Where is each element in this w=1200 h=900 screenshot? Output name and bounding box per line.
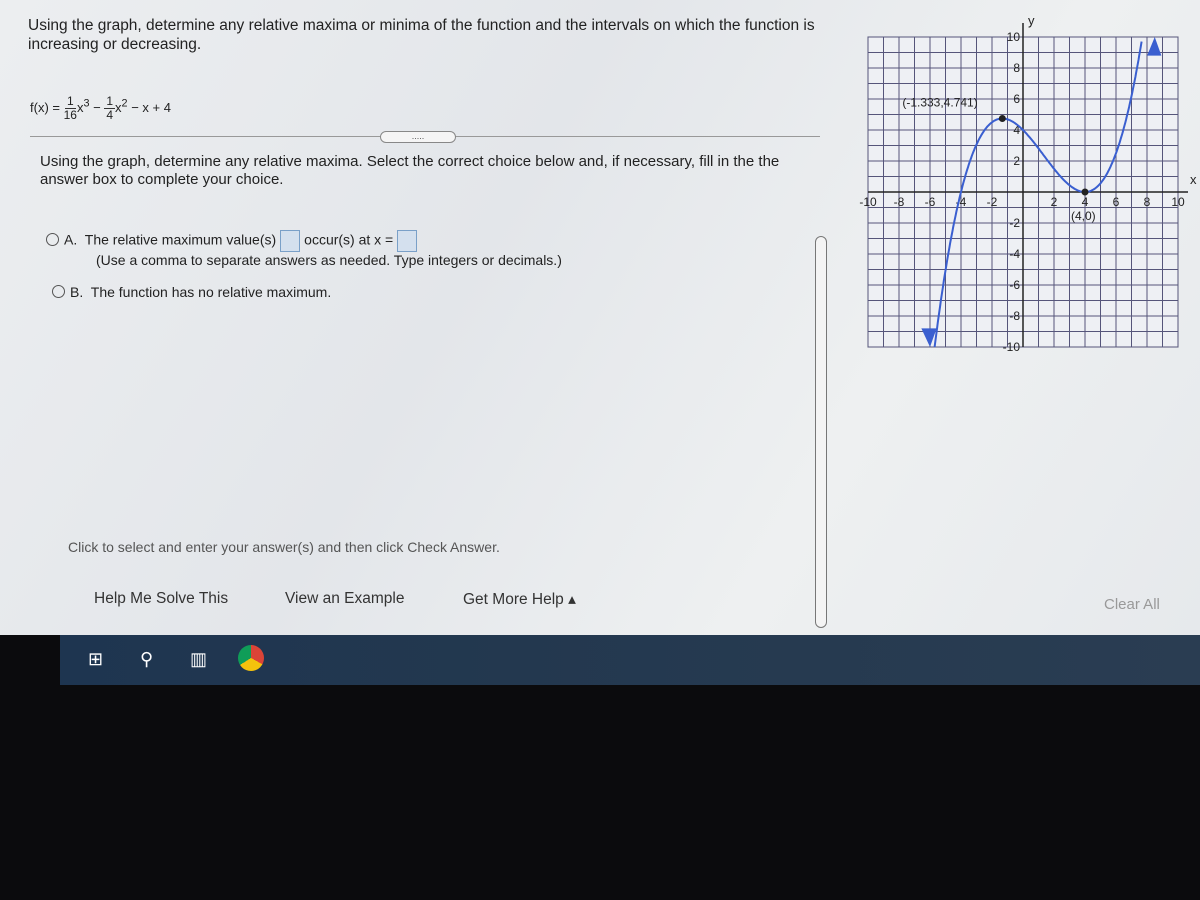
x-tick-label: 2	[1051, 195, 1058, 209]
minus: −	[93, 99, 101, 115]
f-lhs: f(x) =	[30, 99, 60, 115]
x-value-input[interactable]	[397, 230, 418, 252]
radio-b[interactable]	[52, 285, 65, 298]
windows-icon[interactable]: ⊞	[88, 649, 103, 670]
point-label: (4,0)	[1071, 209, 1096, 223]
get-more-help-button[interactable]: Get More Help ▴	[463, 590, 576, 609]
task-view-icon[interactable]: ▥	[190, 649, 207, 670]
x-axis-label: x	[1190, 172, 1197, 187]
radio-a[interactable]	[46, 232, 59, 246]
option-a-text1: The relative maximum value(s)	[84, 231, 277, 248]
scrollbar[interactable]	[815, 236, 827, 628]
x-tick-label: -2	[987, 195, 998, 209]
function-formula: f(x) = 1 16 x3 − 1 4 x2 − x + 4	[30, 95, 171, 122]
y-tick-label: -10	[1003, 340, 1021, 354]
y-tick-label: -4	[1009, 247, 1020, 261]
x-tick-label: 8	[1144, 195, 1151, 209]
extremum-point	[998, 115, 1006, 123]
more-button[interactable]: .....	[380, 131, 456, 143]
chrome-icon[interactable]	[238, 645, 264, 671]
y-tick-label: -2	[1009, 216, 1020, 230]
y-tick-label: -6	[1009, 278, 1020, 292]
instruction-text: Click to select and enter your answer(s)…	[68, 539, 500, 555]
x-tick-label: 6	[1113, 195, 1120, 209]
x-tick-label: -6	[925, 195, 936, 209]
a-num: 1	[64, 94, 76, 109]
option-b-letter: B.	[70, 284, 84, 300]
question-text: Using the graph, determine any relative …	[28, 17, 815, 53]
graph: xy-10 -8 -6 -4 -2 2 4 6 8 10108642-2-4-6-8-10(-1.…	[859, 13, 1197, 354]
y-tick-label: 2	[1013, 154, 1020, 168]
y-tick-label: 10	[1007, 30, 1021, 44]
taskbar: ⊞ ⚲ ▥	[60, 635, 1200, 685]
y-tick-label: -8	[1009, 309, 1020, 323]
rest: − x + 4	[131, 99, 171, 115]
fraction-b: 14	[104, 94, 116, 122]
b-num: 1	[104, 94, 116, 109]
view-example-button[interactable]: View an Example	[285, 590, 404, 608]
option-b-text: The function has no relative maximum.	[90, 284, 332, 300]
option-a-hint: (Use a comma to separate answers as need…	[96, 252, 562, 268]
option-b[interactable]: B. The function has no relative maximum.	[52, 284, 331, 300]
y-tick-label: 6	[1013, 92, 1020, 106]
max-value-input[interactable]	[280, 230, 301, 252]
option-a-letter: A.	[64, 231, 78, 248]
subquestion-text: Using the graph, determine any relative …	[40, 153, 780, 188]
clear-all-button[interactable]: Clear All	[1104, 596, 1160, 613]
extremum-point	[1081, 188, 1089, 196]
screen: Using the graph, determine any relative …	[0, 0, 1200, 635]
x-tick-label: -8	[894, 195, 905, 209]
fraction-a: 1 16	[64, 95, 77, 122]
point-label: (-1.333,4.741)	[902, 96, 977, 110]
a-den: 16	[63, 108, 77, 122]
y-axis-label: y	[1028, 13, 1035, 28]
option-a-text2: occur(s) at x =	[304, 231, 394, 248]
e1: 3	[83, 97, 90, 110]
x-tick-label: 4	[1082, 195, 1089, 209]
search-icon[interactable]: ⚲	[140, 649, 153, 670]
x-tick-label: -10	[859, 195, 877, 209]
option-a[interactable]: A. The relative maximum value(s) occur(s)…	[46, 230, 421, 252]
b-den: 4	[106, 108, 114, 122]
x-tick-label: 10	[1171, 195, 1185, 209]
help-me-solve-button[interactable]: Help Me Solve This	[94, 590, 228, 608]
e2: 2	[121, 97, 128, 110]
y-tick-label: 8	[1013, 61, 1020, 75]
